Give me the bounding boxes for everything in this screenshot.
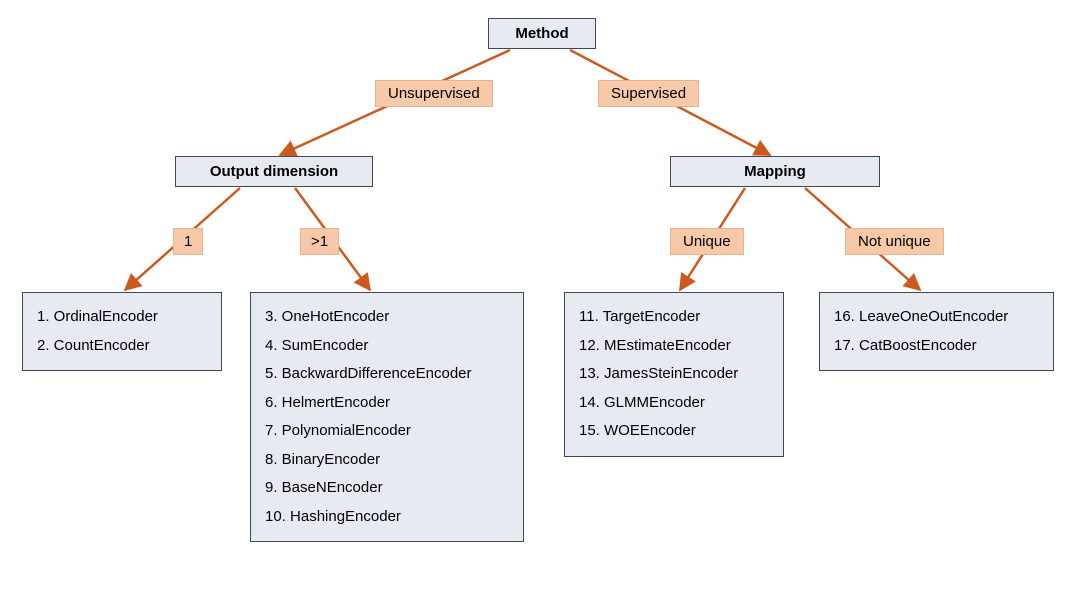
edge-unique: Unique [670, 228, 744, 255]
encoder-item: 7. PolynomialEncoder [265, 417, 509, 446]
encoder-item: 17. CatBoostEncoder [834, 332, 1039, 361]
encoder-item: 2. CountEncoder [37, 332, 207, 361]
encoder-item: 11. TargetEncoder [579, 303, 769, 332]
node-mapping: Mapping [670, 156, 880, 187]
encoder-item: 1. OrdinalEncoder [37, 303, 207, 332]
edge-unsupervised: Unsupervised [375, 80, 493, 107]
leaf-output-gt1: 3. OneHotEncoder4. SumEncoder5. Backward… [250, 292, 524, 542]
encoder-item: 6. HelmertEncoder [265, 389, 509, 418]
encoder-item: 4. SumEncoder [265, 332, 509, 361]
leaf-output-1: 1. OrdinalEncoder2. CountEncoder [22, 292, 222, 371]
root-node: Method [488, 18, 596, 49]
encoder-item: 3. OneHotEncoder [265, 303, 509, 332]
encoder-item: 13. JamesSteinEncoder [579, 360, 769, 389]
encoder-item: 15. WOEEncoder [579, 417, 769, 446]
node-output-dimension: Output dimension [175, 156, 373, 187]
encoder-item: 14. GLMMEncoder [579, 389, 769, 418]
leaf-unique: 11. TargetEncoder12. MEstimateEncoder13.… [564, 292, 784, 457]
edge-not-unique: Not unique [845, 228, 944, 255]
edge-one: 1 [173, 228, 203, 255]
encoder-item: 9. BaseNEncoder [265, 474, 509, 503]
edge-gt-one: >1 [300, 228, 339, 255]
encoder-item: 5. BackwardDifferenceEncoder [265, 360, 509, 389]
encoder-item: 12. MEstimateEncoder [579, 332, 769, 361]
encoder-item: 10. HashingEncoder [265, 503, 509, 532]
edge-supervised: Supervised [598, 80, 699, 107]
encoder-item: 16. LeaveOneOutEncoder [834, 303, 1039, 332]
leaf-not-unique: 16. LeaveOneOutEncoder17. CatBoostEncode… [819, 292, 1054, 371]
encoder-item: 8. BinaryEncoder [265, 446, 509, 475]
